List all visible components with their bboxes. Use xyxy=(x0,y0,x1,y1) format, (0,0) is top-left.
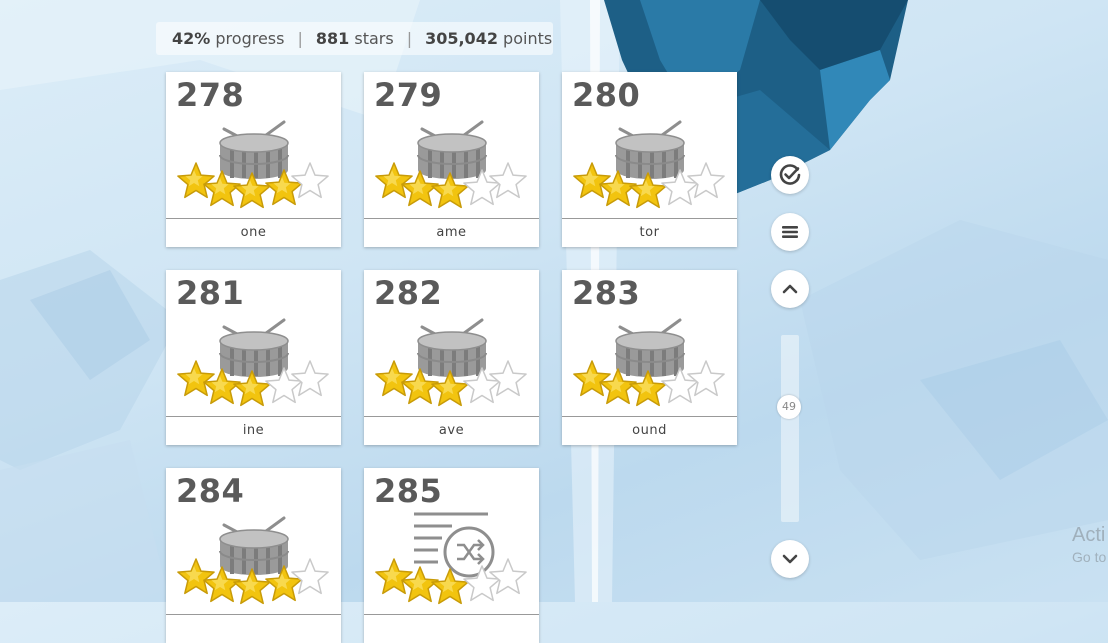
level-art xyxy=(177,120,329,209)
chevron-up-icon xyxy=(782,284,798,294)
level-art xyxy=(375,318,527,407)
activation-watermark: Acti Go to xyxy=(1072,524,1106,565)
level-number: 285 xyxy=(374,472,443,510)
level-card[interactable]: 279 ame xyxy=(364,72,539,247)
stats-divider: | xyxy=(406,29,413,48)
stats-divider: | xyxy=(297,29,303,48)
scroll-down-button[interactable] xyxy=(771,540,809,578)
drum-icon xyxy=(417,318,487,377)
stars-label: stars xyxy=(354,29,394,48)
level-name: ound xyxy=(562,416,737,445)
drum-icon xyxy=(219,120,289,179)
progress-value: 42% xyxy=(172,29,211,48)
level-art xyxy=(573,120,725,209)
star-empty-icon xyxy=(489,360,527,397)
level-number: 278 xyxy=(176,76,245,114)
level-card[interactable]: 281 ine xyxy=(166,270,341,445)
level-number: 282 xyxy=(374,274,443,312)
scroll-up-button[interactable] xyxy=(771,270,809,308)
watermark-line2: Go to xyxy=(1072,549,1107,565)
drum-icon xyxy=(615,120,685,179)
level-card[interactable]: 283 ound xyxy=(562,270,737,445)
level-name: ave xyxy=(364,416,539,445)
star-empty-icon xyxy=(489,162,527,199)
drum-icon xyxy=(417,120,487,179)
stats-bar: 42% progress | 881 stars | 305,042 point… xyxy=(156,22,553,55)
drum-icon xyxy=(219,318,289,377)
star-empty-icon xyxy=(687,360,725,397)
watermark-line1: Acti xyxy=(1072,524,1106,546)
level-name: ame xyxy=(364,218,539,247)
level-number: 284 xyxy=(176,472,245,510)
drum-icon xyxy=(219,516,289,575)
points-label: points xyxy=(503,29,553,48)
level-art xyxy=(573,318,725,407)
star-empty-icon xyxy=(291,162,329,199)
chevron-down-icon xyxy=(782,554,798,564)
level-art xyxy=(177,318,329,407)
scroll-slider-track[interactable] xyxy=(781,335,799,522)
level-number: 279 xyxy=(374,76,443,114)
level-name xyxy=(166,614,341,643)
menu-button[interactable] xyxy=(771,213,809,251)
check-button[interactable] xyxy=(771,156,809,194)
points-value: 305,042 xyxy=(425,29,498,48)
level-card[interactable]: 284 xyxy=(166,468,341,643)
star-empty-icon xyxy=(291,558,329,595)
progress-label: progress xyxy=(215,29,285,48)
level-card[interactable]: 285 xyxy=(364,468,539,643)
star-empty-icon xyxy=(291,360,329,397)
level-name xyxy=(364,614,539,643)
level-number: 283 xyxy=(572,274,641,312)
check-circle-icon xyxy=(779,164,801,185)
menu-icon xyxy=(782,226,798,238)
level-number: 281 xyxy=(176,274,245,312)
drum-icon xyxy=(615,318,685,377)
level-number: 280 xyxy=(572,76,641,114)
scroll-slider-thumb[interactable]: 49 xyxy=(777,395,801,419)
level-card[interactable]: 278 one xyxy=(166,72,341,247)
level-name: one xyxy=(166,218,341,247)
level-name: ine xyxy=(166,416,341,445)
level-card[interactable]: 282 ave xyxy=(364,270,539,445)
level-card[interactable]: 280 tor xyxy=(562,72,737,247)
star-empty-icon xyxy=(687,162,725,199)
star-empty-icon xyxy=(489,558,527,595)
stars-value: 881 xyxy=(315,29,350,48)
level-name: tor xyxy=(562,218,737,247)
level-art xyxy=(375,120,527,209)
